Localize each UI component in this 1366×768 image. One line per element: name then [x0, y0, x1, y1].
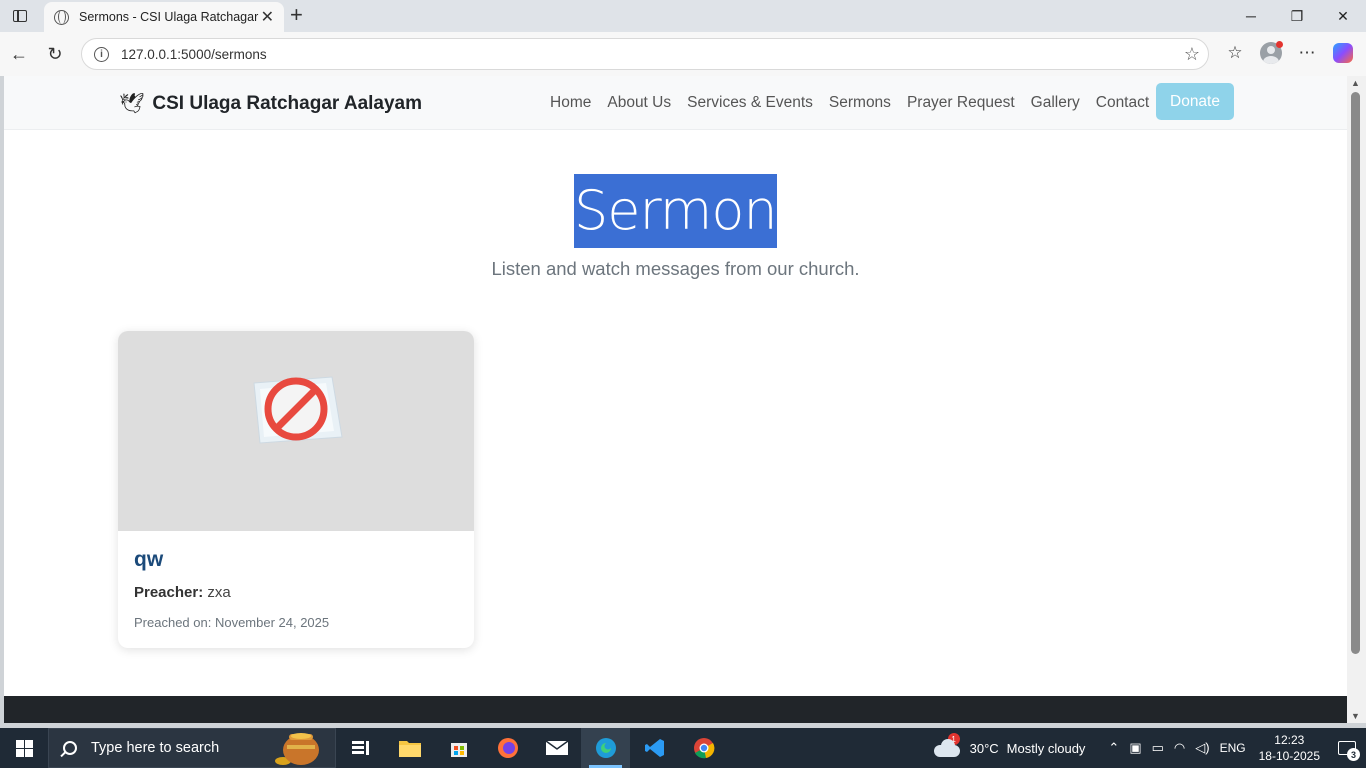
brand-name[interactable]: CSI Ulaga Ratchagar Aalayam	[152, 93, 422, 115]
page-subtitle: Listen and watch messages from our churc…	[491, 258, 860, 279]
search-highlight-pot-icon[interactable]	[269, 731, 327, 767]
tab-title: Sermons - CSI Ulaga Ratchagar Aalayam	[79, 10, 259, 24]
sermon-preacher: Preacher: zxa	[134, 584, 458, 601]
scroll-thumb[interactable]	[1351, 92, 1360, 654]
new-tab-button[interactable]: +	[290, 4, 303, 26]
browser-tab-active[interactable]: Sermons - CSI Ulaga Ratchagar Aalayam ✕	[44, 2, 284, 32]
notification-count: 3	[1347, 748, 1360, 761]
taskbar-search[interactable]: Type here to search	[48, 728, 336, 768]
search-icon	[63, 741, 77, 755]
clock-time: 12:23	[1274, 733, 1305, 747]
nav-links: Home About Us Services & Events Sermons …	[550, 76, 1165, 130]
system-tray: 1 30°C Mostly cloudy ⌃ ▣ ▭ ◠ ◁) ENG 12:2…	[933, 728, 1366, 768]
search-placeholder[interactable]: Type here to search	[91, 740, 219, 756]
tab-actions-icon[interactable]	[8, 6, 32, 26]
file-explorer-icon[interactable]	[385, 728, 434, 768]
site-navbar: 🕊 CSI Ulaga Ratchagar Aalayam Home About…	[4, 76, 1347, 130]
nav-link-services-events[interactable]: Services & Events	[687, 94, 813, 112]
vscode-icon[interactable]	[630, 728, 679, 768]
task-view-icon[interactable]	[336, 728, 385, 768]
profile-avatar[interactable]	[1258, 40, 1284, 66]
nav-link-sermons[interactable]: Sermons	[829, 94, 891, 112]
browser-tab-bar: Sermons - CSI Ulaga Ratchagar Aalayam ✕ …	[0, 0, 1366, 32]
temperature: 30°C	[969, 740, 999, 756]
edge-browser-icon[interactable]	[581, 728, 630, 768]
sermon-thumbnail	[118, 331, 474, 531]
firefox-icon[interactable]	[483, 728, 532, 768]
mail-icon[interactable]	[532, 728, 581, 768]
nav-link-home[interactable]: Home	[550, 94, 591, 112]
microsoft-store-icon[interactable]	[434, 728, 483, 768]
clock-date: 18-10-2025	[1258, 749, 1320, 763]
no-image-icon	[253, 376, 343, 444]
back-arrow-icon[interactable]: ←	[8, 43, 30, 65]
close-window-button[interactable]: ✕	[1320, 0, 1366, 32]
refresh-icon[interactable]: ↻	[44, 43, 66, 65]
windows-taskbar: Type here to search 1 30°C Mostly cloudy…	[0, 728, 1366, 768]
window-controls: ─ ❐ ✕	[1228, 0, 1366, 32]
nav-link-about[interactable]: About Us	[607, 94, 671, 112]
site-footer	[4, 696, 1347, 723]
windows-logo-icon	[15, 739, 33, 757]
page-scrollbar[interactable]: ▲ ▼	[1347, 76, 1366, 723]
nav-link-contact[interactable]: Contact	[1096, 94, 1149, 112]
favorite-star-icon[interactable]: ☆	[1184, 44, 1200, 65]
sermon-card[interactable]: qw Preacher: zxa Preached on: November 2…	[118, 331, 474, 648]
favorites-icon[interactable]: ☆	[1222, 40, 1248, 66]
weather-widget[interactable]: 1 30°C Mostly cloudy	[933, 733, 1086, 757]
sermon-title[interactable]: qw	[134, 548, 458, 572]
donate-button[interactable]: Donate	[1156, 83, 1234, 120]
sermon-date: Preached on: November 24, 2025	[134, 615, 330, 630]
battery-icon[interactable]: ▭	[1152, 740, 1164, 756]
notification-center-icon[interactable]: 3	[1332, 728, 1362, 768]
chrome-icon[interactable]	[679, 728, 728, 768]
dove-icon: 🕊	[119, 93, 145, 115]
site-info-icon[interactable]: i	[94, 46, 109, 62]
weather-badge: 1	[947, 733, 960, 745]
network-icon[interactable]: ◠	[1174, 740, 1185, 756]
site-brand[interactable]: 🕊 CSI Ulaga Ratchagar Aalayam	[119, 91, 422, 116]
address-bar[interactable]: i 127.0.0.1:5000/sermons ☆	[81, 38, 1209, 70]
minimize-button[interactable]: ─	[1228, 0, 1274, 32]
language-indicator[interactable]: ENG	[1220, 741, 1246, 755]
copilot-icon[interactable]	[1330, 40, 1356, 66]
nav-link-gallery[interactable]: Gallery	[1031, 94, 1080, 112]
chevron-up-icon[interactable]: ⌃	[1108, 740, 1119, 756]
scroll-down-icon[interactable]: ▼	[1351, 711, 1360, 721]
volume-icon[interactable]: ◁)	[1195, 740, 1209, 756]
clock[interactable]: 12:23 18-10-2025	[1259, 732, 1320, 764]
start-button[interactable]	[0, 728, 48, 768]
page-viewport: 🕊 CSI Ulaga Ratchagar Aalayam Home About…	[4, 76, 1347, 723]
scroll-up-icon[interactable]: ▲	[1351, 78, 1360, 88]
maximize-button[interactable]: ❐	[1274, 0, 1320, 32]
weather-text: Mostly cloudy	[1006, 740, 1086, 756]
preacher-name: zxa	[207, 584, 231, 601]
nav-link-prayer-request[interactable]: Prayer Request	[907, 94, 1015, 112]
browser-toolbar: ← ↻ i 127.0.0.1:5000/sermons ☆ ☆ ⋯	[0, 32, 1366, 76]
globe-icon	[54, 9, 69, 25]
more-options-icon[interactable]: ⋯	[1294, 40, 1320, 66]
tab-close-icon[interactable]: ✕	[261, 7, 274, 27]
page-title: Sermons	[574, 174, 805, 248]
preacher-label: Preacher:	[134, 584, 204, 601]
cloud-icon: 1	[933, 733, 962, 757]
meet-now-icon[interactable]: ▣	[1129, 740, 1141, 756]
url-text[interactable]: 127.0.0.1:5000/sermons	[121, 47, 267, 62]
